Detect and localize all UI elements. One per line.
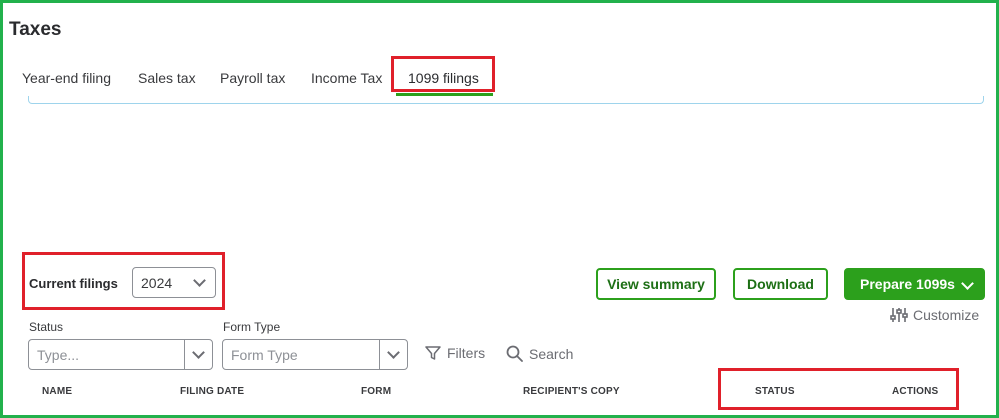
year-select[interactable]: 2024 <box>132 267 216 298</box>
column-header-form[interactable]: FORM <box>361 386 391 397</box>
form-type-filter-select[interactable]: Form Type <box>222 339 408 370</box>
year-value: 2024 <box>141 275 173 291</box>
column-header-name[interactable]: NAME <box>42 386 72 397</box>
tab-year-end-filing[interactable]: Year-end filing <box>22 70 111 86</box>
download-button[interactable]: Download <box>733 268 828 300</box>
chevron-down-icon <box>192 346 205 359</box>
status-filter-select[interactable]: Type... <box>28 339 213 370</box>
column-header-recipients-copy[interactable]: RECIPIENT'S COPY <box>523 386 620 397</box>
page-title: Taxes <box>9 19 62 40</box>
filters-label: Filters <box>447 345 486 361</box>
tab-sales-tax[interactable]: Sales tax <box>138 70 196 86</box>
column-header-status[interactable]: STATUS <box>755 386 795 397</box>
form-type-filter-placeholder: Form Type <box>231 347 298 363</box>
filters-button[interactable]: Filters <box>425 345 485 361</box>
search-icon <box>506 345 523 362</box>
prepare-1099s-label: Prepare 1099s <box>860 276 955 292</box>
customize-label: Customize <box>913 307 980 323</box>
combo-divider <box>379 340 380 369</box>
tab-bar: Year-end filing Sales tax Payroll tax In… <box>0 60 999 98</box>
column-header-actions: ACTIONS <box>892 386 939 397</box>
customize-button[interactable]: Customize <box>890 307 979 323</box>
column-header-filing-date[interactable]: FILING DATE <box>180 386 244 397</box>
tab-1099-filings[interactable]: 1099 filings <box>408 70 479 86</box>
chevron-down-icon <box>961 277 974 290</box>
prepare-1099s-button[interactable]: Prepare 1099s <box>844 268 985 300</box>
status-filter-placeholder: Type... <box>37 347 80 363</box>
search-button[interactable]: Search <box>506 345 573 362</box>
filter-icon <box>425 346 441 360</box>
combo-divider <box>184 340 185 369</box>
sliders-icon <box>890 308 908 322</box>
view-summary-button[interactable]: View summary <box>596 268 716 300</box>
search-label: Search <box>529 345 574 362</box>
info-panel <box>28 96 984 104</box>
current-filings-label: Current filings <box>29 276 118 291</box>
tab-payroll-tax[interactable]: Payroll tax <box>220 70 285 86</box>
chevron-down-icon <box>387 346 400 359</box>
status-filter-label: Status <box>29 320 64 334</box>
chevron-down-icon <box>193 274 206 287</box>
form-type-filter-label: Form Type <box>223 320 281 334</box>
tab-income-tax[interactable]: Income Tax <box>311 70 382 86</box>
